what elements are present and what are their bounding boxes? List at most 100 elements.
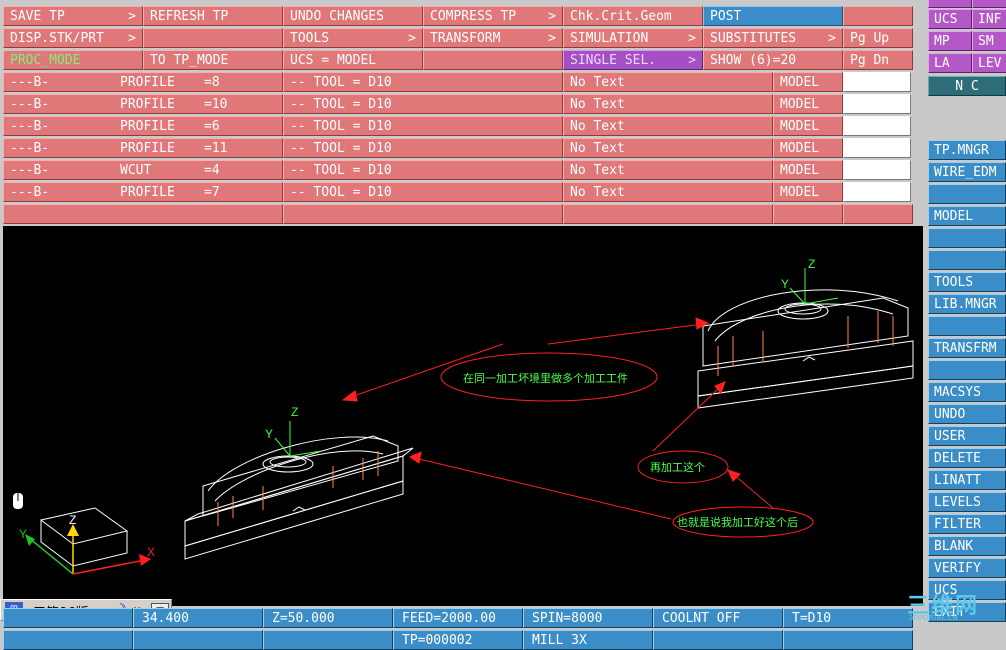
procedure-row-color-swatch[interactable]: [843, 138, 911, 158]
procedure-row-text[interactable]: No Text: [563, 94, 773, 114]
procedure-row-name[interactable]: ---B- PROFILE =8: [3, 72, 283, 92]
menu-row1-item-3[interactable]: COMPRESS TP >: [423, 6, 563, 26]
right-panel-item-empty[interactable]: [928, 228, 1006, 248]
right-top-cut-button[interactable]: [928, 0, 972, 8]
procedure-row-ucs[interactable]: MODEL: [773, 72, 843, 92]
procedure-row-text[interactable]: No Text: [563, 160, 773, 180]
procedure-row-name[interactable]: ---B- WCUT =4: [3, 160, 283, 180]
menu-row2-item-5[interactable]: SUBSTITUTES >: [703, 28, 843, 48]
right-panel-item-empty[interactable]: [928, 316, 1006, 336]
menu-row2-item-6[interactable]: Pg Up: [843, 28, 913, 48]
right-panel-item-empty[interactable]: [928, 360, 1006, 380]
status-field-row2-5: [783, 630, 913, 650]
menu-row2-item-2[interactable]: TOOLS >: [283, 28, 423, 48]
right-button-ucs[interactable]: UCS: [928, 9, 972, 29]
menu-row1-item-2[interactable]: UNDO CHANGES: [283, 6, 423, 26]
procedure-row-name[interactable]: ---B- PROFILE =6: [3, 116, 283, 136]
right-panel-item-label: WIRE_EDM: [934, 165, 997, 180]
procedure-row-color-swatch[interactable]: [843, 72, 911, 92]
right-panel-item-levels[interactable]: LEVELS: [928, 492, 1006, 512]
procedure-row-text[interactable]: No Text: [563, 116, 773, 136]
right-panel-item-empty[interactable]: [928, 184, 1006, 204]
procedure-row-ucs[interactable]: MODEL: [773, 94, 843, 114]
right-panel-item-blank[interactable]: BLANK: [928, 536, 1006, 556]
right-panel-item-filter[interactable]: FILTER: [928, 514, 1006, 534]
status-value: Z=50.000: [272, 611, 335, 626]
right-panel-item-tp-mngr[interactable]: TP.MNGR: [928, 140, 1006, 160]
procedure-row-ucs[interactable]: MODEL: [773, 116, 843, 136]
procedure-row-ucs[interactable]: MODEL: [773, 138, 843, 158]
right-panel-item-macsys[interactable]: MACSYS: [928, 382, 1006, 402]
menu-row2-item-1[interactable]: [143, 28, 283, 48]
procedure-row-color-swatch[interactable]: [843, 160, 911, 180]
menu-row1-item-0[interactable]: SAVE TP >: [3, 6, 143, 26]
right-button-la[interactable]: LA: [928, 53, 972, 73]
right-workpiece[interactable]: [697, 289, 914, 409]
annotation-arrows: [341, 317, 774, 520]
right-panel-item-transfrm[interactable]: TRANSFRM: [928, 338, 1006, 358]
procedure-row-text[interactable]: No Text: [563, 72, 773, 92]
status-value: 34.400: [142, 611, 189, 626]
procedure-row-tool[interactable]: -- TOOL = D10: [283, 94, 563, 114]
menu-row3-item-6[interactable]: Pg Dn: [843, 50, 913, 70]
right-button-inf[interactable]: INF: [972, 9, 1006, 29]
menu-row1-item-1[interactable]: REFRESH TP: [143, 6, 283, 26]
status-value: COOLNT OFF: [662, 611, 741, 626]
procedure-row-color-swatch[interactable]: [843, 116, 911, 136]
right-y-label: Y: [781, 277, 789, 291]
procedure-text: No Text: [570, 119, 625, 134]
right-top-cut-button[interactable]: [972, 0, 1006, 8]
right-button-mp[interactable]: MP: [928, 31, 972, 51]
right-panel-item-model[interactable]: MODEL: [928, 206, 1006, 226]
menu-row1-item-4[interactable]: Chk.Crit.Geom: [563, 6, 703, 26]
procedure-row-name[interactable]: ---B- PROFILE =11: [3, 138, 283, 158]
right-panel-item-verify[interactable]: VERIFY: [928, 558, 1006, 578]
menu-row3-item-3[interactable]: [423, 50, 563, 70]
right-panel-item-undo[interactable]: UNDO: [928, 404, 1006, 424]
menu-row3-item-0[interactable]: PROC_MODE: [3, 50, 143, 70]
procedure-row-ucs[interactable]: MODEL: [773, 160, 843, 180]
procedure-row-tool[interactable]: -- TOOL = D10: [283, 182, 563, 202]
menu-row3-item-5[interactable]: SHOW (6)=20: [703, 50, 843, 70]
menu-row2-item-3[interactable]: TRANSFORM >: [423, 28, 563, 48]
graphics-viewport[interactable]: Z Y Z Y 在同一加工坏境里做多个加工工件 再加工这个 也就是说我加工好这个…: [3, 226, 923, 606]
procedure-row-text[interactable]: No Text: [563, 182, 773, 202]
right-panel-item-linatt[interactable]: LINATT: [928, 470, 1006, 490]
right-panel-item-empty[interactable]: [928, 250, 1006, 270]
procedure-row-tool[interactable]: -- TOOL = D10: [283, 116, 563, 136]
procedure-row-color-swatch[interactable]: [843, 182, 911, 202]
procedure-row-tool[interactable]: -- TOOL = D10: [283, 138, 563, 158]
status-field-2: FEED=2000.00: [393, 608, 523, 628]
right-panel-item-user[interactable]: USER: [928, 426, 1006, 446]
right-button-sm[interactable]: SM: [972, 31, 1006, 51]
left-y-label: Y: [265, 427, 273, 441]
right-panel-item-label: FILTER: [934, 517, 981, 532]
menu-item-label: TO TP_MODE: [150, 53, 229, 68]
right-panel-item-tools[interactable]: TOOLS: [928, 272, 1006, 292]
procedure-row-color-swatch[interactable]: [843, 94, 911, 114]
menu-item-label: UNDO CHANGES: [290, 9, 384, 24]
menu-row3-item-4[interactable]: SINGLE SEL. >: [563, 50, 703, 70]
procedure-row-name[interactable]: ---B- PROFILE =10: [3, 94, 283, 114]
procedure-row-text[interactable]: No Text: [563, 138, 773, 158]
right-panel-item-wire-edm[interactable]: WIRE_EDM: [928, 162, 1006, 182]
procedure-row-ucs[interactable]: MODEL: [773, 182, 843, 202]
menu-row2-item-4[interactable]: SIMULATION >: [563, 28, 703, 48]
procedure-empty-cell: [773, 204, 843, 224]
procedure-row-tool[interactable]: -- TOOL = D10: [283, 72, 563, 92]
menu-row1-item-6[interactable]: [843, 6, 913, 26]
menu-row3-item-2[interactable]: UCS = MODEL: [283, 50, 423, 70]
procedure-name: PROFILE: [120, 97, 175, 112]
right-button-lev[interactable]: LEV: [972, 53, 1006, 73]
procedure-ucs: MODEL: [780, 163, 820, 178]
menu-row2-item-0[interactable]: DISP.STK/PRT >: [3, 28, 143, 48]
right-panel-item-delete[interactable]: DELETE: [928, 448, 1006, 468]
menu-row1-item-5[interactable]: POST: [703, 6, 843, 26]
world-x-label: X: [147, 545, 155, 559]
right-panel-item-lib-mngr[interactable]: LIB.MNGR: [928, 294, 1006, 314]
procedure-row-name[interactable]: ---B- PROFILE =7: [3, 182, 283, 202]
procedure-name: PROFILE: [120, 75, 175, 90]
menu-row3-item-1[interactable]: TO TP_MODE: [143, 50, 283, 70]
procedure-row-tool[interactable]: -- TOOL = D10: [283, 160, 563, 180]
status-value: MILL 3X: [532, 633, 587, 648]
